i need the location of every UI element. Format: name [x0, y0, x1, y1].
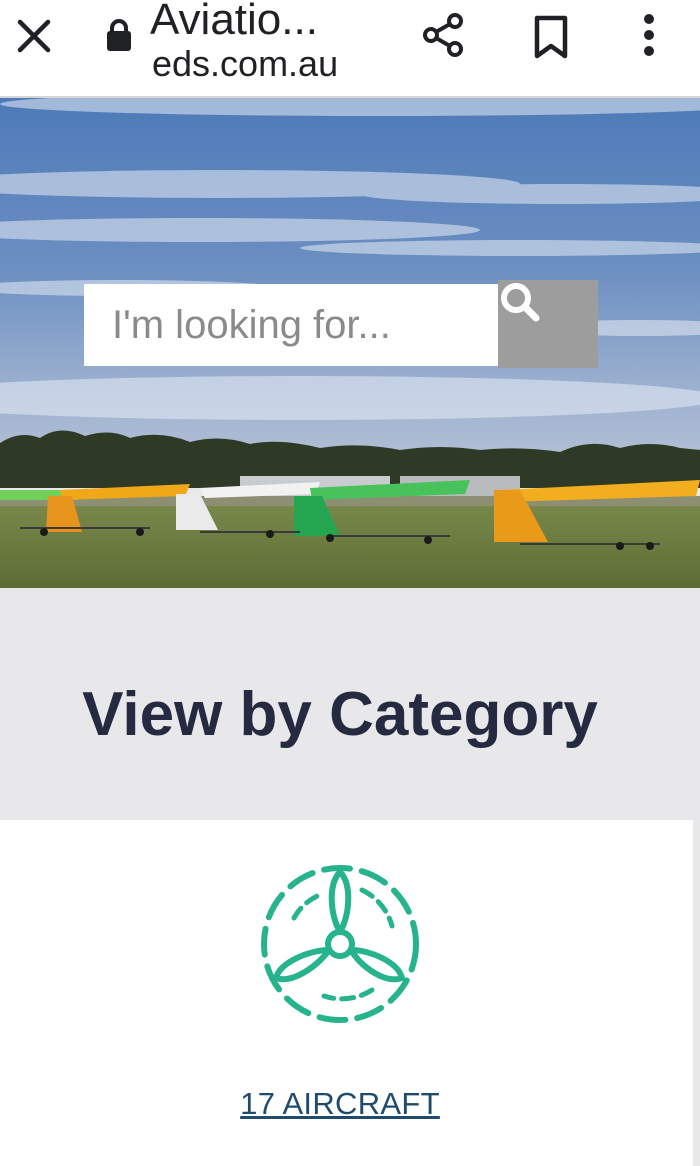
lock-icon	[104, 18, 134, 52]
close-icon	[17, 19, 51, 53]
page-title: Aviatio...	[150, 0, 318, 44]
close-tab-button[interactable]	[8, 10, 60, 62]
page-gutter	[693, 820, 700, 1166]
overflow-menu-button[interactable]	[620, 6, 678, 64]
category-heading: View by Category	[82, 680, 598, 749]
page-title-area: Aviatio... ieds.com.au	[150, 0, 390, 98]
search-input[interactable]	[84, 284, 498, 366]
page-url: ieds.com.au	[150, 43, 339, 84]
more-vert-icon	[644, 14, 654, 56]
share-button[interactable]	[414, 6, 472, 64]
browser-toolbar: Aviatio... ieds.com.au	[0, 0, 700, 98]
search-button[interactable]	[498, 280, 598, 368]
hero-banner	[0, 98, 700, 588]
bookmark-icon	[534, 15, 568, 59]
propeller-icon	[261, 865, 419, 1023]
category-link-aircraft[interactable]: 17 AIRCRAFT	[0, 1086, 680, 1122]
search-icon	[501, 283, 540, 322]
category-section: View by Category	[0, 588, 700, 820]
category-card-aircraft[interactable]: 17 AIRCRAFT	[0, 820, 693, 1166]
bookmark-button[interactable]	[522, 8, 580, 66]
share-icon	[423, 13, 463, 57]
